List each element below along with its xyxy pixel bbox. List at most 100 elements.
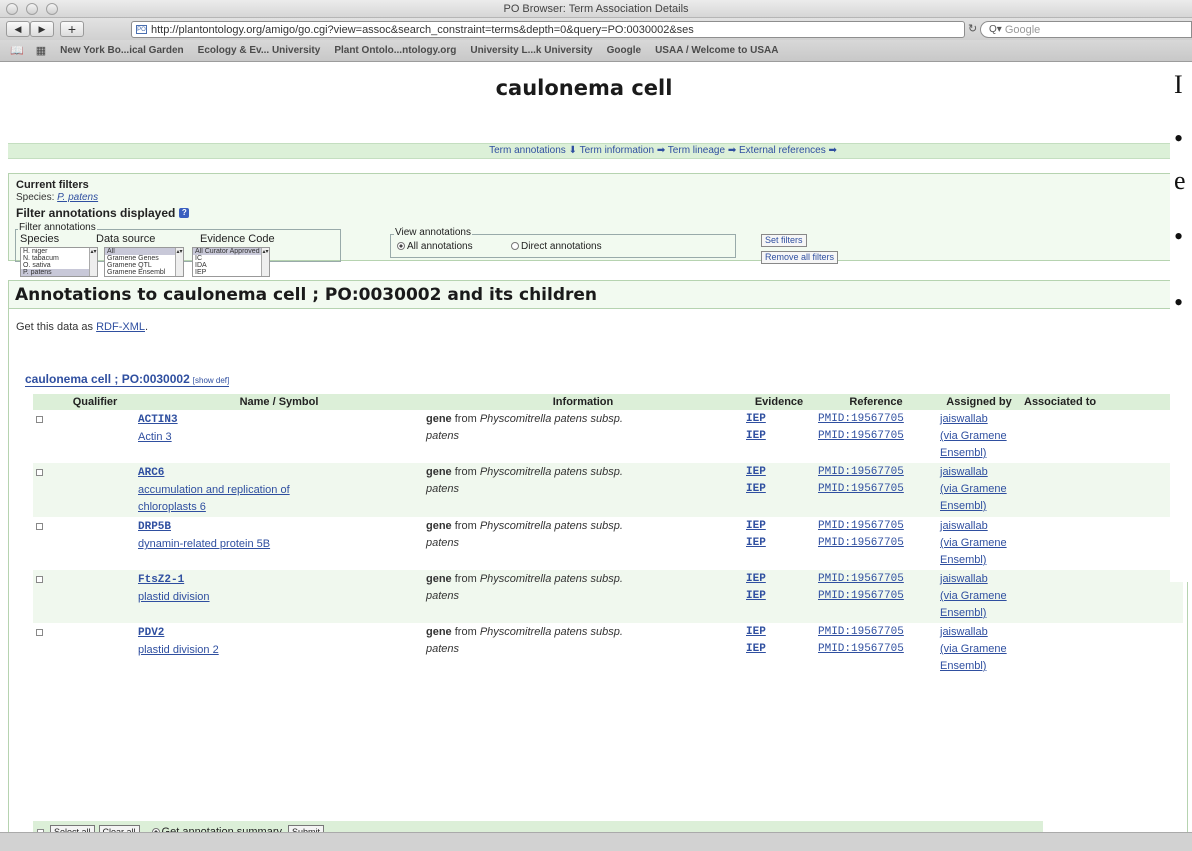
row-checkbox[interactable]	[36, 523, 43, 530]
direct-annotations-radio[interactable]	[511, 242, 519, 251]
reference-link[interactable]: PMID:19567705	[818, 464, 934, 481]
nav-term-information[interactable]: Term information	[580, 145, 654, 156]
show-def-link[interactable]: [show def]	[193, 376, 229, 385]
assigned-by-link[interactable]: Ensembl)	[940, 447, 986, 459]
address-bar[interactable]: PO http://plantontology.org/amigo/go.cgi…	[131, 21, 965, 38]
gene-name-link[interactable]: Actin 3	[138, 431, 172, 443]
evidence-link[interactable]: IEP	[746, 535, 812, 552]
evidence-link[interactable]: IEP	[746, 464, 812, 481]
scrollbar[interactable]: ▴▾	[261, 248, 269, 276]
species-option[interactable]: H. niger	[21, 248, 97, 255]
reference-link[interactable]: PMID:19567705	[818, 588, 934, 605]
assigned-by-link[interactable]: Ensembl)	[940, 660, 986, 672]
evidence-link[interactable]: IEP	[746, 428, 812, 445]
help-icon[interactable]: ?	[179, 208, 190, 218]
remove-all-filters-button[interactable]: Remove all filters	[761, 251, 839, 264]
assigned-by-link[interactable]: (via Gramene	[940, 483, 1007, 495]
back-button[interactable]: ◀	[6, 21, 30, 37]
evidence-link[interactable]: IEP	[746, 411, 812, 428]
nav-term-lineage[interactable]: Term lineage	[668, 145, 725, 156]
reference-link[interactable]: PMID:19567705	[818, 481, 934, 498]
assigned-by-link[interactable]: Ensembl)	[940, 500, 986, 512]
row-checkbox[interactable]	[36, 576, 43, 583]
evidence-option[interactable]: IC	[193, 255, 269, 262]
assigned-by-link[interactable]: jaiswallab	[940, 573, 988, 585]
reference-link[interactable]: PMID:19567705	[818, 428, 934, 445]
assigned-by-link[interactable]: jaiswallab	[940, 413, 988, 425]
data-source-select[interactable]: All Gramene Genes Gramene QTL Gramene En…	[104, 247, 184, 277]
column-header[interactable]: Assigned by	[937, 394, 1021, 410]
assigned-by-link[interactable]: Ensembl)	[940, 554, 986, 566]
evidence-option-selected[interactable]: All Curator Approved	[193, 248, 269, 255]
reference-link[interactable]: PMID:19567705	[818, 571, 934, 588]
gene-symbol-link[interactable]: ARC6	[138, 467, 164, 479]
reference-link[interactable]: PMID:19567705	[818, 624, 934, 641]
scrollbar[interactable]: ▴▾	[89, 248, 97, 276]
reference-link[interactable]: PMID:19567705	[818, 411, 934, 428]
assigned-by-link[interactable]: Ensembl)	[940, 607, 986, 619]
species-option[interactable]: O. sativa	[21, 262, 97, 269]
evidence-link[interactable]: IEP	[746, 518, 812, 535]
gene-name-link[interactable]: plastid division 2	[138, 644, 219, 656]
column-header[interactable]: Qualifier	[55, 394, 135, 410]
nav-term-annotations[interactable]: Term annotations	[489, 145, 566, 156]
bookmark-item[interactable]: New York Bo...ical Garden	[60, 45, 184, 56]
add-bookmark-button[interactable]: +	[60, 21, 84, 37]
evidence-link[interactable]: IEP	[746, 588, 812, 605]
species-select[interactable]: H. niger N. tabacum O. sativa P. patens …	[20, 247, 98, 277]
species-filter-link[interactable]: P. patens	[57, 192, 98, 203]
column-header[interactable]: Information	[423, 394, 743, 410]
bookmark-item[interactable]: University L...k University	[470, 45, 592, 56]
row-checkbox[interactable]	[36, 469, 43, 476]
gene-symbol-link[interactable]: ACTIN3	[138, 414, 178, 426]
gene-symbol-link[interactable]: PDV2	[138, 627, 164, 639]
book-icon[interactable]: 📖	[10, 44, 24, 57]
bookmark-item[interactable]: Plant Ontolo...ntology.org	[334, 45, 456, 56]
evidence-link[interactable]: IEP	[746, 641, 812, 658]
assigned-by-link[interactable]: (via Gramene	[940, 430, 1007, 442]
column-header[interactable]: Name / Symbol	[135, 394, 423, 410]
assigned-by-link[interactable]: (via Gramene	[940, 643, 1007, 655]
scrollbar[interactable]: ▴▾	[175, 248, 183, 276]
evidence-option[interactable]: IDA	[193, 262, 269, 269]
evidence-link[interactable]: IEP	[746, 571, 812, 588]
assigned-by-link[interactable]: jaiswallab	[940, 520, 988, 532]
grid-icon[interactable]: ▦	[36, 44, 46, 57]
gene-symbol-link[interactable]: DRP5B	[138, 521, 171, 533]
reference-link[interactable]: PMID:19567705	[818, 641, 934, 658]
source-option-selected[interactable]: All	[105, 248, 183, 255]
column-header[interactable]: Evidence	[743, 394, 815, 410]
source-option[interactable]: Gramene Ensembl	[105, 269, 183, 276]
reference-link[interactable]: PMID:19567705	[818, 535, 934, 552]
bookmark-item[interactable]: Ecology & Ev... University	[198, 45, 321, 56]
column-header[interactable]: Reference	[815, 394, 937, 410]
rdf-xml-link[interactable]: RDF-XML	[96, 321, 145, 333]
evidence-option[interactable]: IEP	[193, 269, 269, 276]
species-option[interactable]: N. tabacum	[21, 255, 97, 262]
reload-icon[interactable]: ↻	[968, 22, 977, 35]
assigned-by-link[interactable]: (via Gramene	[940, 590, 1007, 602]
all-annotations-option[interactable]: All annotations	[397, 241, 473, 252]
reference-link[interactable]: PMID:19567705	[818, 518, 934, 535]
row-checkbox[interactable]	[36, 416, 43, 423]
column-header[interactable]: Associated to	[1021, 394, 1183, 410]
gene-symbol-link[interactable]: FtsZ2-1	[138, 574, 184, 586]
evidence-link[interactable]: IEP	[746, 624, 812, 641]
gene-name-link[interactable]: dynamin-related protein 5B	[138, 538, 270, 550]
gene-name-link[interactable]: accumulation and replication of	[138, 484, 290, 496]
row-checkbox[interactable]	[36, 629, 43, 636]
url-text[interactable]: http://plantontology.org/amigo/go.cgi?vi…	[151, 24, 964, 36]
term-link[interactable]: caulonema cell ; PO:0030002	[25, 372, 190, 386]
forward-button[interactable]: ▶	[30, 21, 54, 37]
assigned-by-link[interactable]: jaiswallab	[940, 466, 988, 478]
species-option-selected[interactable]: P. patens	[21, 269, 97, 276]
direct-annotations-option[interactable]: Direct annotations	[511, 241, 602, 252]
set-filters-button[interactable]: Set filters	[761, 234, 807, 247]
bookmark-item[interactable]: USAA / Welcome to USAA	[655, 45, 778, 56]
assigned-by-link[interactable]: (via Gramene	[940, 537, 1007, 549]
search-field[interactable]: Q▾ Google	[980, 21, 1192, 38]
evidence-link[interactable]: IEP	[746, 481, 812, 498]
gene-name-link[interactable]: chloroplasts 6	[138, 501, 206, 513]
gene-name-link[interactable]: plastid division	[138, 591, 210, 603]
bookmark-item[interactable]: Google	[607, 45, 641, 56]
